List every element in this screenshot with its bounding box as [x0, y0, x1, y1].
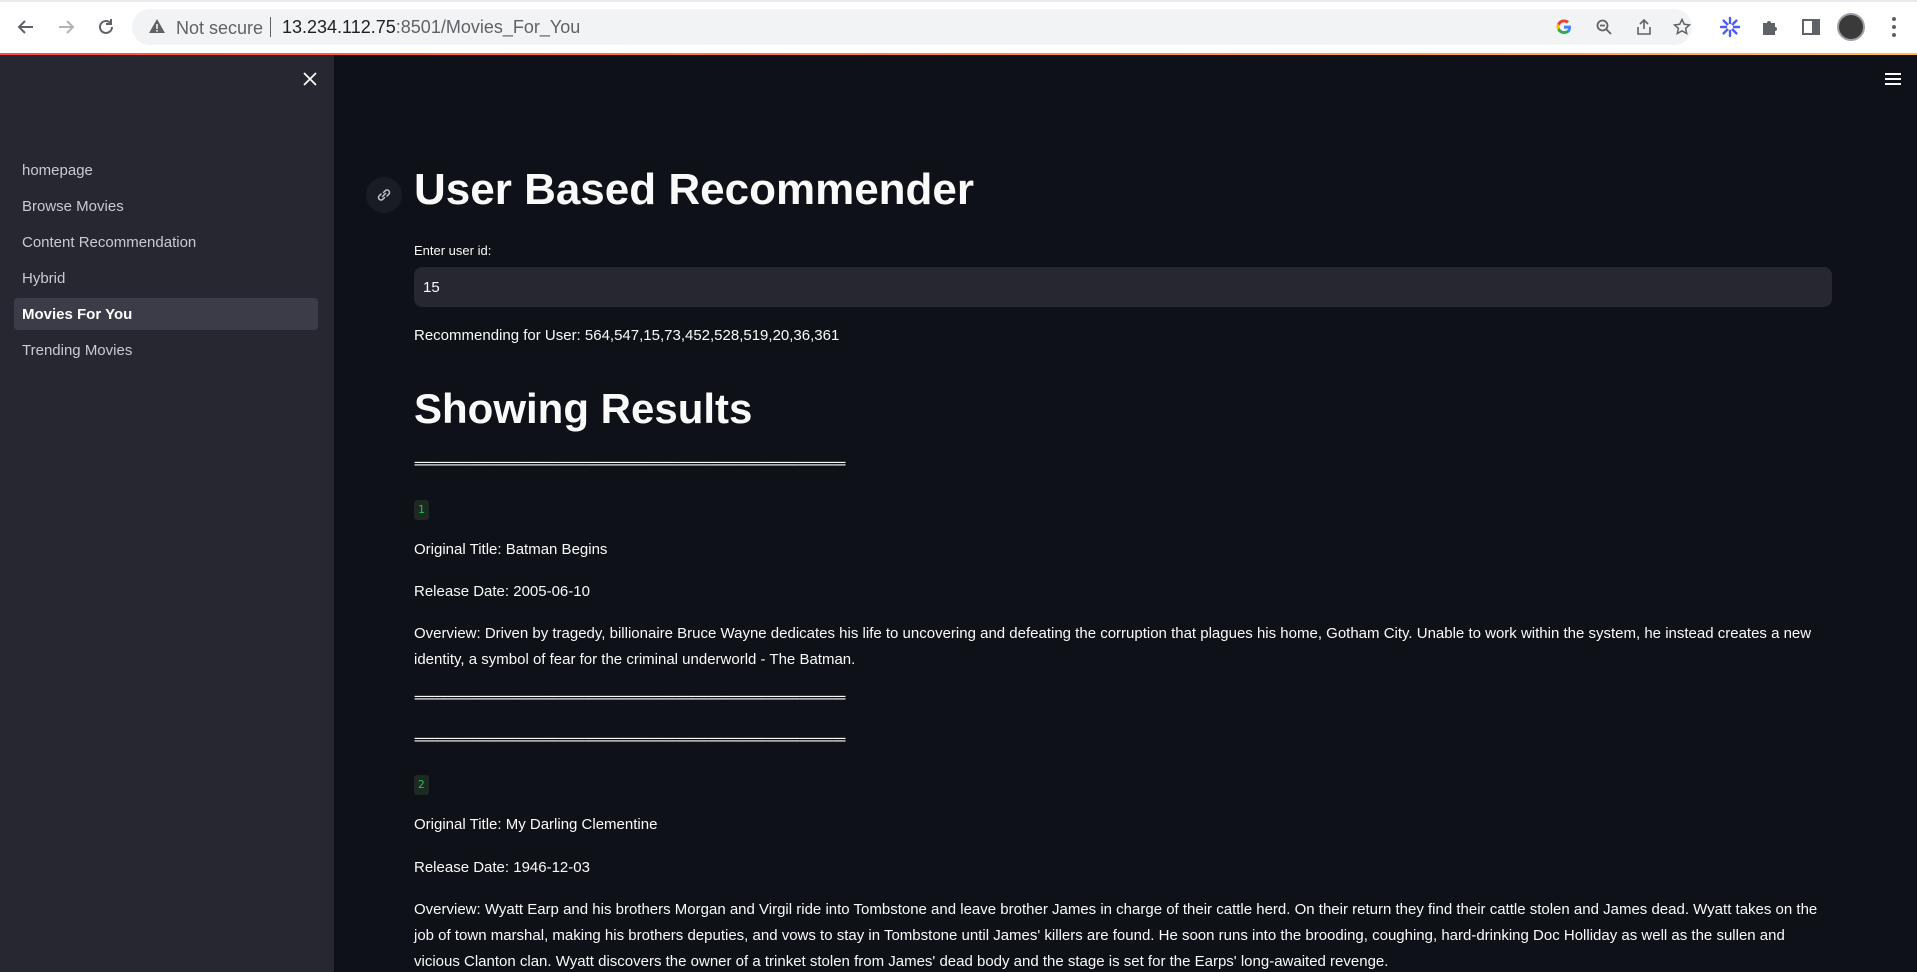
- recommending-text: Recommending for User: 564,547,15,73,452…: [414, 327, 840, 344]
- sidebar: homepage Browse Movies Content Recommend…: [0, 55, 334, 972]
- separator: ========================================…: [414, 457, 846, 472]
- sidebar-item-label: Hybrid: [22, 269, 66, 287]
- close-icon[interactable]: [298, 67, 322, 91]
- sidebar-item-hybrid[interactable]: Hybrid: [14, 262, 318, 294]
- sidebar-item-label: Content Recommendation: [22, 233, 197, 251]
- warning-icon: [149, 19, 165, 33]
- sidebar-item-label: homepage: [22, 161, 93, 179]
- result-index-badge: 1: [414, 500, 429, 520]
- url-text[interactable]: 13.234.112.75:8501/Movies_For_You: [282, 17, 580, 38]
- browser-toolbar: Not secure 13.234.112.75:8501/Movies_For…: [0, 0, 1917, 55]
- sidebar-item-label: Trending Movies: [22, 341, 133, 359]
- sidebar-item-content-recommendation[interactable]: Content Recommendation: [14, 226, 318, 258]
- separator: ========================================…: [414, 691, 846, 706]
- star-icon[interactable]: [1670, 15, 1694, 39]
- result-index-badge: 2: [414, 775, 429, 795]
- back-button[interactable]: [10, 11, 42, 43]
- zoom-icon[interactable]: [1592, 15, 1616, 39]
- result-release-date: Release Date: 2005-06-10: [414, 583, 590, 600]
- sidebar-item-homepage[interactable]: homepage: [14, 154, 318, 186]
- result-overview: Overview: Wyatt Earp and his brothers Mo…: [414, 901, 1818, 970]
- tab-strip-edge: [0, 0, 1917, 2]
- extension-icon[interactable]: [1716, 13, 1744, 41]
- user-id-label: Enter user id:: [414, 243, 492, 258]
- sidebar-item-movies-for-you[interactable]: Movies For You: [14, 298, 318, 330]
- main-content: User Based Recommender Enter user id: Re…: [334, 55, 1917, 972]
- url-host: 13.234.112.75: [282, 17, 396, 37]
- separator: ========================================…: [414, 733, 846, 748]
- security-label[interactable]: Not secure: [176, 18, 263, 39]
- results-heading: Showing Results: [414, 385, 753, 432]
- sidebar-item-browse-movies[interactable]: Browse Movies: [14, 190, 318, 222]
- reload-button[interactable]: [90, 11, 122, 43]
- forward-button[interactable]: [50, 11, 82, 43]
- address-bar[interactable]: Not secure 13.234.112.75:8501/Movies_For…: [132, 9, 1692, 45]
- sidebar-item-label: Browse Movies: [22, 197, 124, 215]
- url-path: :8501/Movies_For_You: [395, 17, 581, 37]
- side-panel-icon[interactable]: [1797, 13, 1825, 41]
- profile-avatar[interactable]: [1837, 13, 1865, 41]
- link-icon[interactable]: [366, 177, 402, 213]
- sidebar-item-trending-movies[interactable]: Trending Movies: [14, 334, 318, 366]
- user-id-input[interactable]: [414, 267, 1832, 307]
- result-overview: Overview: Driven by tragedy, billionaire…: [414, 625, 1812, 668]
- share-icon[interactable]: [1632, 15, 1656, 39]
- back-arrow-icon: [17, 20, 33, 34]
- reload-icon: [99, 19, 113, 34]
- address-separator: [270, 17, 271, 37]
- result-title: Original Title: Batman Begins: [414, 541, 608, 558]
- google-icon[interactable]: [1552, 15, 1576, 39]
- sidebar-nav: homepage Browse Movies Content Recommend…: [14, 154, 318, 370]
- result-title: Original Title: My Darling Clementine: [414, 816, 658, 833]
- forward-arrow-icon: [59, 20, 75, 34]
- puzzle-icon[interactable]: [1756, 13, 1784, 41]
- kebab-menu-icon[interactable]: [1880, 13, 1908, 41]
- page-title: User Based Recommender: [414, 165, 975, 214]
- sidebar-item-label: Movies For You: [22, 305, 133, 323]
- result-release-date: Release Date: 1946-12-03: [414, 859, 590, 876]
